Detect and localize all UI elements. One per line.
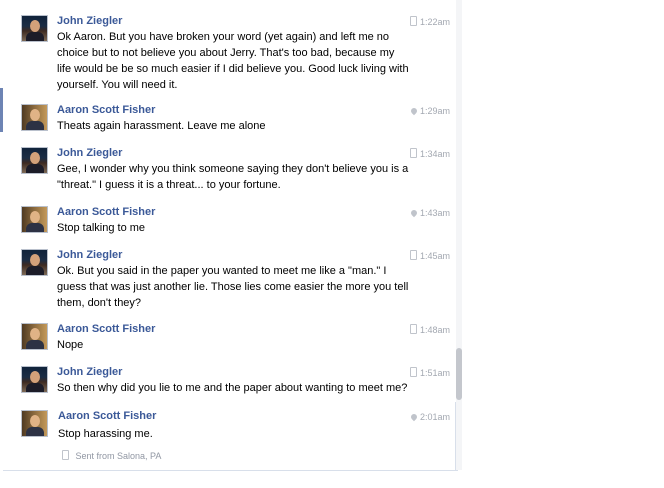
sender-name[interactable]: John Ziegler	[57, 366, 122, 379]
phone-icon	[409, 16, 417, 28]
avatar[interactable]	[21, 206, 48, 233]
message-item: John Ziegler 1:45am Ok. But you said in …	[0, 249, 456, 315]
message-text: So then why did you lie to me and the pa…	[57, 380, 417, 396]
message-line: guess that was just another lie. Those l…	[57, 281, 409, 293]
phone-icon	[409, 250, 417, 262]
message-time: 1:51am	[419, 368, 450, 378]
message-time: 1:43am	[419, 208, 450, 218]
message-item: Aaron Scott Fisher 1:43am Stop talking t…	[0, 206, 456, 240]
sender-name[interactable]: John Ziegler	[57, 249, 122, 262]
message-line: Ok. But you said in the paper you wanted…	[57, 265, 387, 277]
phone-icon	[409, 324, 417, 336]
avatar[interactable]	[21, 323, 48, 350]
message-text: Gee, I wonder why you think someone sayi…	[57, 161, 417, 193]
message-line: So then why did you lie to me and the pa…	[57, 382, 408, 394]
message-text: Ok Aaron. But you have broken your word …	[57, 29, 417, 93]
phone-icon	[409, 148, 417, 160]
message-line: choice but to not believe you about Jerr…	[57, 47, 395, 59]
message-meta: 1:45am	[409, 250, 450, 262]
message-time: 1:34am	[419, 149, 450, 159]
phone-icon	[62, 450, 73, 461]
avatar[interactable]	[21, 147, 48, 174]
message-line: "threat." I guess it is a threat... to y…	[57, 179, 281, 191]
avatar[interactable]	[21, 366, 48, 393]
avatar[interactable]	[21, 249, 48, 276]
location-pin-icon	[409, 105, 419, 117]
sender-name[interactable]: Aaron Scott Fisher	[57, 104, 155, 117]
message-time: 1:48am	[419, 325, 450, 335]
message-item: John Ziegler 1:34am Gee, I wonder why yo…	[0, 147, 456, 197]
message-line: them, don't they?	[57, 297, 142, 309]
message-meta: 1:51am	[409, 367, 450, 379]
message-line: Nope	[57, 339, 84, 351]
scrollbar-thumb[interactable]	[456, 348, 462, 400]
message-meta: 1:22am	[409, 16, 450, 28]
message-item: Aaron Scott Fisher 1:29am Theats again h…	[0, 104, 456, 138]
message-text: Ok. But you said in the paper you wanted…	[57, 263, 417, 311]
message-text: Stop harassing me.	[58, 426, 418, 442]
message-line: life would be be so much easier if I did…	[57, 63, 409, 75]
avatar[interactable]	[21, 104, 48, 131]
message-line: Gee, I wonder why you think someone sayi…	[57, 163, 409, 175]
message-time: 2:01am	[419, 412, 450, 422]
location-pin-icon	[409, 411, 419, 423]
location-pin-icon	[409, 207, 419, 219]
sent-from-location: Sent from Salona, PA	[62, 450, 161, 461]
message-line: Stop talking to me	[57, 222, 146, 234]
message-time: 1:29am	[419, 106, 450, 116]
avatar[interactable]	[21, 410, 48, 437]
message-item: John Ziegler 1:51am So then why did you …	[0, 366, 456, 400]
message-item: Aaron Scott Fisher 1:48am Nope	[0, 323, 456, 357]
message-item: John Ziegler 1:22am Ok Aaron. But you ha…	[0, 15, 456, 95]
message-text: Stop talking to me	[57, 220, 417, 236]
message-line: yourself. You will need it.	[57, 79, 178, 91]
message-line: Ok Aaron. But you have broken your word …	[57, 31, 390, 43]
sent-from-label: Sent from Salona, PA	[75, 451, 162, 461]
sender-name[interactable]: Aaron Scott Fisher	[58, 410, 156, 423]
message-time: 1:45am	[419, 251, 450, 261]
sender-name[interactable]: Aaron Scott Fisher	[57, 323, 155, 336]
message-meta: 1:43am	[409, 207, 450, 219]
message-text: Nope	[57, 337, 417, 353]
message-text: Theats again harassment. Leave me alone	[57, 118, 417, 134]
sender-name[interactable]: Aaron Scott Fisher	[57, 206, 155, 219]
message-item: Aaron Scott Fisher 2:01am Stop harassing…	[0, 410, 456, 450]
message-meta: 1:48am	[409, 324, 450, 336]
message-meta: 1:29am	[409, 105, 450, 117]
sender-name[interactable]: John Ziegler	[57, 15, 122, 28]
message-meta: 1:34am	[409, 148, 450, 160]
sender-name[interactable]: John Ziegler	[57, 147, 122, 160]
message-meta: 2:01am	[409, 411, 450, 423]
message-line: Theats again harassment. Leave me alone	[57, 120, 266, 132]
message-line: Stop harassing me.	[58, 428, 153, 440]
message-time: 1:22am	[419, 17, 450, 27]
avatar[interactable]	[21, 15, 48, 42]
divider	[3, 470, 458, 471]
message-thread: John Ziegler 1:22am Ok Aaron. But you ha…	[0, 0, 462, 488]
phone-icon	[409, 367, 417, 379]
